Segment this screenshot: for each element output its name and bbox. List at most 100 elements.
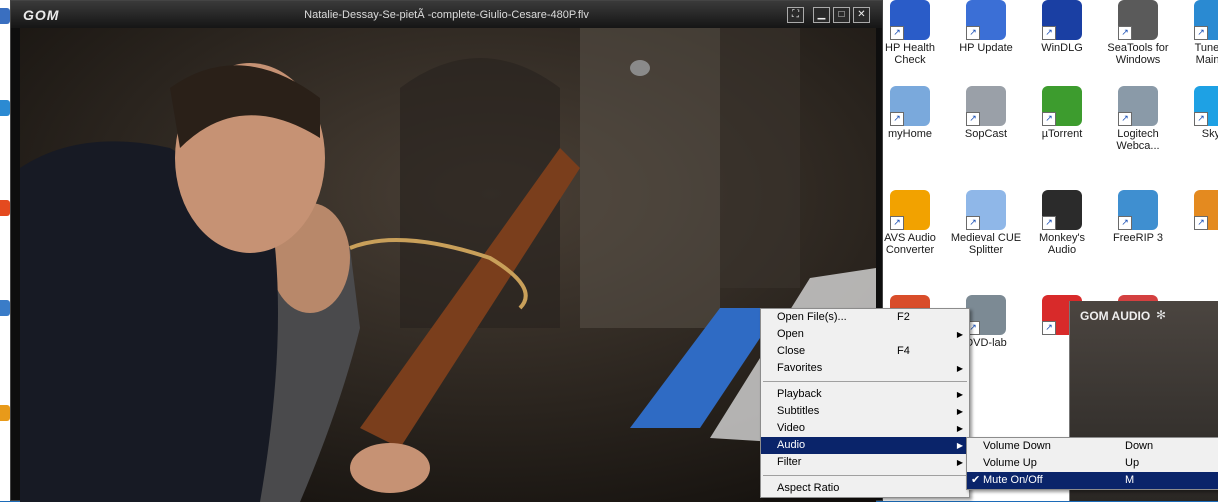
submenu-item-shortcut: Up bbox=[1125, 457, 1140, 469]
shortcut-arrow-icon: ↗ bbox=[1042, 321, 1056, 335]
desktop-icon-label: TuneUp Mainter bbox=[1194, 42, 1218, 66]
menu-item-label: Close bbox=[777, 345, 806, 357]
desktop-icon-label: AVS Audio Converter bbox=[884, 232, 936, 256]
partial-icon[interactable] bbox=[0, 8, 10, 24]
menu-item[interactable]: Open ▶ bbox=[761, 326, 969, 343]
application-icon: ↗ bbox=[1042, 190, 1082, 230]
application-icon: ↗ bbox=[1194, 0, 1218, 40]
menu-item[interactable]: Playback ▶ bbox=[761, 386, 969, 403]
shortcut-arrow-icon: ↗ bbox=[1042, 216, 1056, 230]
submenu-arrow-icon: ▶ bbox=[956, 330, 963, 339]
submenu-arrow-icon: ▶ bbox=[956, 390, 963, 399]
desktop-icon[interactable]: ↗ bbox=[1176, 190, 1218, 232]
desktop-icon-label: Logitech Webca... bbox=[1116, 128, 1160, 152]
application-icon: ↗ bbox=[1042, 86, 1082, 126]
desktop-icon[interactable]: ↗ HP Update bbox=[948, 0, 1024, 54]
desktop-icon[interactable]: ↗ Monkey's Audio bbox=[1024, 190, 1100, 256]
menu-item[interactable]: Filter ▶ bbox=[761, 454, 969, 471]
menu-item-label: Favorites bbox=[777, 362, 823, 374]
shortcut-arrow-icon: ↗ bbox=[1042, 112, 1056, 126]
menu-item-label: Aspect Ratio bbox=[777, 482, 840, 494]
desktop-icon-label: WinDLG bbox=[1041, 42, 1083, 54]
gear-icon[interactable]: ✻ bbox=[1156, 308, 1166, 322]
menu-item-label: Subtitles bbox=[777, 405, 820, 417]
desktop-icon-label: SeaTools for Windows bbox=[1107, 42, 1169, 66]
desktop-icon-label: HP Update bbox=[959, 42, 1013, 54]
desktop-icon-label: FreeRIP 3 bbox=[1113, 232, 1163, 244]
submenu-item[interactable]: Volume Up Up bbox=[967, 455, 1218, 472]
shortcut-arrow-icon: ↗ bbox=[1118, 112, 1132, 126]
application-icon: ↗ bbox=[966, 0, 1006, 40]
menu-item-label: Open File(s)... bbox=[777, 311, 847, 323]
desktop-icon-label: µTorrent bbox=[1041, 128, 1083, 140]
menu-item-label: Audio bbox=[777, 439, 806, 451]
menu-item[interactable]: Aspect Ratio bbox=[761, 480, 969, 497]
fullscreen-button[interactable]: ⛶ bbox=[787, 7, 804, 23]
checkmark-icon: ✔ bbox=[971, 474, 981, 486]
partial-icon[interactable] bbox=[0, 100, 10, 116]
submenu-item-shortcut: Down bbox=[1125, 440, 1154, 452]
desktop-icon[interactable]: ↗ SeaTools for Windows bbox=[1100, 0, 1176, 66]
desktop-icon[interactable]: ↗ Logitech Webca... bbox=[1100, 86, 1176, 152]
application-icon: ↗ bbox=[966, 86, 1006, 126]
menu-item[interactable]: Subtitles ▶ bbox=[761, 403, 969, 420]
submenu-item[interactable]: ✔ Mute On/Off M bbox=[967, 472, 1218, 489]
partial-icon[interactable] bbox=[0, 405, 10, 421]
submenu-arrow-icon: ▶ bbox=[956, 424, 963, 433]
submenu-item-label: Mute On/Off bbox=[983, 474, 1043, 486]
gom-audio-logo: GOM AUDIO bbox=[1080, 309, 1151, 323]
title-bar[interactable]: GOM Natalie-Dessay-Se-pietÃ -complete-Gi… bbox=[11, 1, 882, 28]
desktop-icon[interactable]: ↗ WinDLG bbox=[1024, 0, 1100, 54]
desktop-icon[interactable]: ↗ HP Health Check bbox=[872, 0, 948, 66]
menu-item-label: Open bbox=[777, 328, 804, 340]
submenu-item-label: Volume Up bbox=[983, 457, 1037, 469]
shortcut-arrow-icon: ↗ bbox=[1194, 216, 1208, 230]
menu-item[interactable]: Audio ▶ bbox=[761, 437, 969, 454]
desktop-icon-label: HP Health Check bbox=[885, 42, 935, 66]
partial-icon[interactable] bbox=[0, 300, 10, 316]
desktop-icon[interactable]: ↗ Medieval CUE Splitter bbox=[948, 190, 1024, 256]
desktop-icon[interactable]: ↗ TuneUp Mainter bbox=[1176, 0, 1218, 66]
desktop-icon[interactable]: ↗ SopCast bbox=[948, 86, 1024, 140]
minimize-button[interactable]: ▁ bbox=[813, 7, 830, 23]
video-frame[interactable] bbox=[20, 28, 876, 502]
video-scene bbox=[20, 28, 876, 502]
menu-item[interactable]: Open File(s)... F2 bbox=[761, 309, 969, 326]
desktop-left-strip bbox=[0, 0, 10, 501]
menu-item[interactable]: Close F4 bbox=[761, 343, 969, 360]
submenu-item[interactable]: Volume Down Down bbox=[967, 438, 1218, 455]
desktop-icon[interactable]: ↗ FreeRIP 3 bbox=[1100, 190, 1176, 244]
shortcut-arrow-icon: ↗ bbox=[1118, 26, 1132, 40]
desktop-icon[interactable]: ↗ µTorrent bbox=[1024, 86, 1100, 140]
close-button[interactable]: ✕ bbox=[853, 7, 870, 23]
menu-item-label: Filter bbox=[777, 456, 802, 468]
application-icon: ↗ bbox=[1118, 190, 1158, 230]
application-icon: ↗ bbox=[1194, 190, 1218, 230]
shortcut-arrow-icon: ↗ bbox=[1118, 216, 1132, 230]
maximize-button[interactable]: □ bbox=[833, 7, 850, 23]
application-icon: ↗ bbox=[890, 86, 930, 126]
desktop-icon-label: myHome bbox=[887, 128, 932, 140]
desktop-icon[interactable]: ↗ Skyp bbox=[1176, 86, 1218, 140]
menu-item[interactable]: Favorites ▶ bbox=[761, 360, 969, 377]
application-icon: ↗ bbox=[890, 190, 930, 230]
menu-separator bbox=[763, 475, 967, 476]
submenu-item-shortcut: M bbox=[1125, 474, 1135, 486]
shortcut-arrow-icon: ↗ bbox=[966, 216, 980, 230]
application-icon: ↗ bbox=[1194, 86, 1218, 126]
shortcut-arrow-icon: ↗ bbox=[890, 26, 904, 40]
desktop-icon-label: Monkey's Audio bbox=[1038, 232, 1086, 256]
submenu-arrow-icon: ▶ bbox=[956, 441, 963, 450]
gom-player-window[interactable]: GOM Natalie-Dessay-Se-pietÃ -complete-Gi… bbox=[10, 0, 883, 502]
desktop-icon-label: SopCast bbox=[964, 128, 1008, 140]
desktop-icon-label: Medieval CUE Splitter bbox=[950, 232, 1022, 256]
shortcut-arrow-icon: ↗ bbox=[1042, 26, 1056, 40]
partial-icon[interactable] bbox=[0, 200, 10, 216]
desktop-icon[interactable]: ↗ myHome bbox=[872, 86, 948, 140]
submenu-arrow-icon: ▶ bbox=[956, 458, 963, 467]
desktop-icon[interactable]: ↗ AVS Audio Converter bbox=[872, 190, 948, 256]
audio-submenu: Volume Down Down Volume Up Up ✔ Mute On/Off M bbox=[966, 437, 1218, 490]
menu-separator bbox=[763, 381, 967, 382]
application-icon: ↗ bbox=[1042, 0, 1082, 40]
menu-item[interactable]: Video ▶ bbox=[761, 420, 969, 437]
